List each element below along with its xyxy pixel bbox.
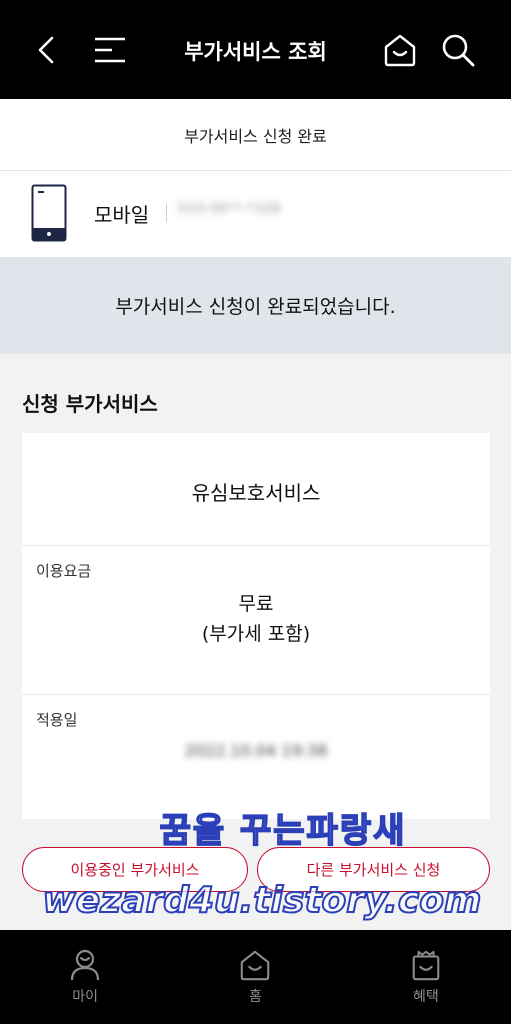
divider bbox=[22, 694, 490, 695]
bottom-nav: 마이 홈 혜택 bbox=[0, 930, 511, 1024]
divider bbox=[166, 204, 167, 222]
nav-label: 마이 bbox=[72, 989, 99, 1005]
fee-value: 무료 bbox=[238, 593, 274, 615]
service-card: 유심보호서비스 이용요금 무료 (부가세 포함) 적용일 2022.10.04 … bbox=[22, 433, 490, 819]
section-title: 신청 부가서비스 bbox=[22, 392, 158, 416]
person-icon bbox=[71, 949, 100, 981]
nav-label: 홈 bbox=[249, 989, 262, 1005]
device-row: 모바일 010-56**-*328 bbox=[0, 171, 511, 257]
page-title: 부가서비스 조회 bbox=[184, 40, 327, 64]
device-number: 010-56**-*328 bbox=[178, 201, 281, 217]
fee-value-block: 무료 (부가세 포함) bbox=[22, 589, 490, 649]
nav-label: 혜택 bbox=[412, 989, 439, 1005]
nav-home[interactable]: 홈 bbox=[170, 930, 340, 1024]
gift-icon bbox=[412, 950, 440, 981]
service-name: 유심보호서비스 bbox=[191, 481, 321, 505]
completion-message: 부가서비스 신청이 완료되었습니다. bbox=[0, 257, 511, 354]
divider bbox=[22, 545, 490, 546]
fee-note: (부가세 포함) bbox=[201, 623, 311, 645]
search-icon[interactable] bbox=[438, 30, 478, 70]
app-header: 부가서비스 조회 bbox=[0, 0, 511, 99]
smartphone-icon bbox=[31, 184, 67, 246]
home-icon bbox=[241, 950, 270, 981]
home-icon[interactable] bbox=[380, 30, 420, 70]
device-label: 모바일 bbox=[94, 203, 150, 227]
nav-benefits[interactable]: 혜택 bbox=[341, 930, 511, 1024]
fee-label: 이용요금 bbox=[36, 562, 92, 580]
other-services-button[interactable]: 다른 부가서비스 신청 bbox=[257, 847, 490, 892]
nav-my[interactable]: 마이 bbox=[0, 930, 170, 1024]
date-value: 2022.10.04 19:38 bbox=[184, 741, 328, 760]
in-use-services-button[interactable]: 이용중인 부가서비스 bbox=[22, 847, 248, 892]
subheader-title: 부가서비스 신청 완료 bbox=[0, 99, 511, 171]
date-label: 적용일 bbox=[36, 711, 78, 729]
